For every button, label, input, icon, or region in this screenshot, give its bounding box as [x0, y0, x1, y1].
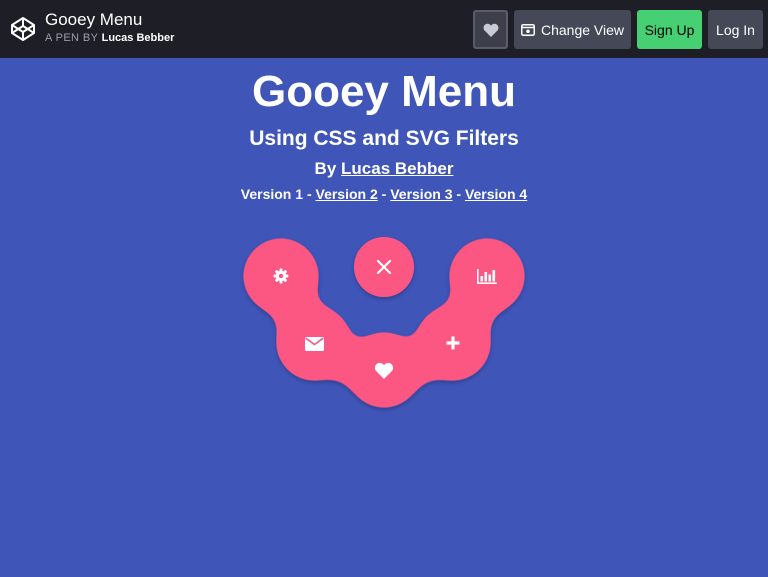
- change-view-button[interactable]: Change View: [514, 10, 631, 49]
- author-link[interactable]: Lucas Bebber: [341, 159, 453, 178]
- menu-item-mail[interactable]: [294, 324, 334, 364]
- heart-icon: [374, 362, 394, 379]
- window-icon: [520, 23, 535, 36]
- byline-prefix: By: [314, 159, 337, 178]
- version-4-link[interactable]: Version 4: [465, 186, 527, 202]
- version-1-label: Version 1: [240, 186, 304, 202]
- heart-icon: [483, 23, 498, 37]
- codepen-logo-icon[interactable]: [10, 16, 36, 42]
- version-separator: -: [381, 186, 387, 202]
- close-icon: [376, 259, 392, 275]
- log-in-button[interactable]: Log In: [708, 10, 763, 49]
- top-bar: Gooey Menu A PEN BY Lucas Bebber Change …: [0, 0, 768, 58]
- change-view-label: Change View: [540, 21, 625, 38]
- page-subtitle: Using CSS and SVG Filters: [249, 127, 519, 150]
- menu-item-favorite[interactable]: [364, 350, 404, 390]
- envelope-icon: [304, 337, 324, 351]
- menu-item-add[interactable]: [433, 323, 473, 363]
- version-2-link[interactable]: Version 2: [316, 186, 378, 202]
- gear-icon: [273, 268, 289, 284]
- menu-toggle-close[interactable]: [364, 247, 404, 287]
- bar-chart-icon: [477, 269, 497, 284]
- plus-icon: [446, 336, 460, 350]
- page-title: Gooey Menu: [251, 67, 517, 116]
- sign-up-button[interactable]: Sign Up: [637, 10, 702, 49]
- author-byline: By Lucas Bebber: [0, 158, 768, 180]
- pen-author-link[interactable]: Lucas Bebber: [102, 32, 175, 44]
- like-button[interactable]: [473, 10, 508, 49]
- pen-title[interactable]: Gooey Menu: [45, 10, 142, 30]
- version-3-link[interactable]: Version 3: [390, 186, 452, 202]
- pen-byline-prefix: A PEN BY: [45, 32, 99, 44]
- version-links: Version 1 - Version 2 - Version 3 - Vers…: [0, 185, 768, 203]
- pen-byline: A PEN BY Lucas Bebber: [45, 32, 174, 45]
- version-separator: -: [456, 186, 462, 202]
- version-separator: -: [306, 186, 312, 202]
- menu-item-settings[interactable]: [261, 256, 301, 296]
- menu-item-chart[interactable]: [467, 256, 507, 296]
